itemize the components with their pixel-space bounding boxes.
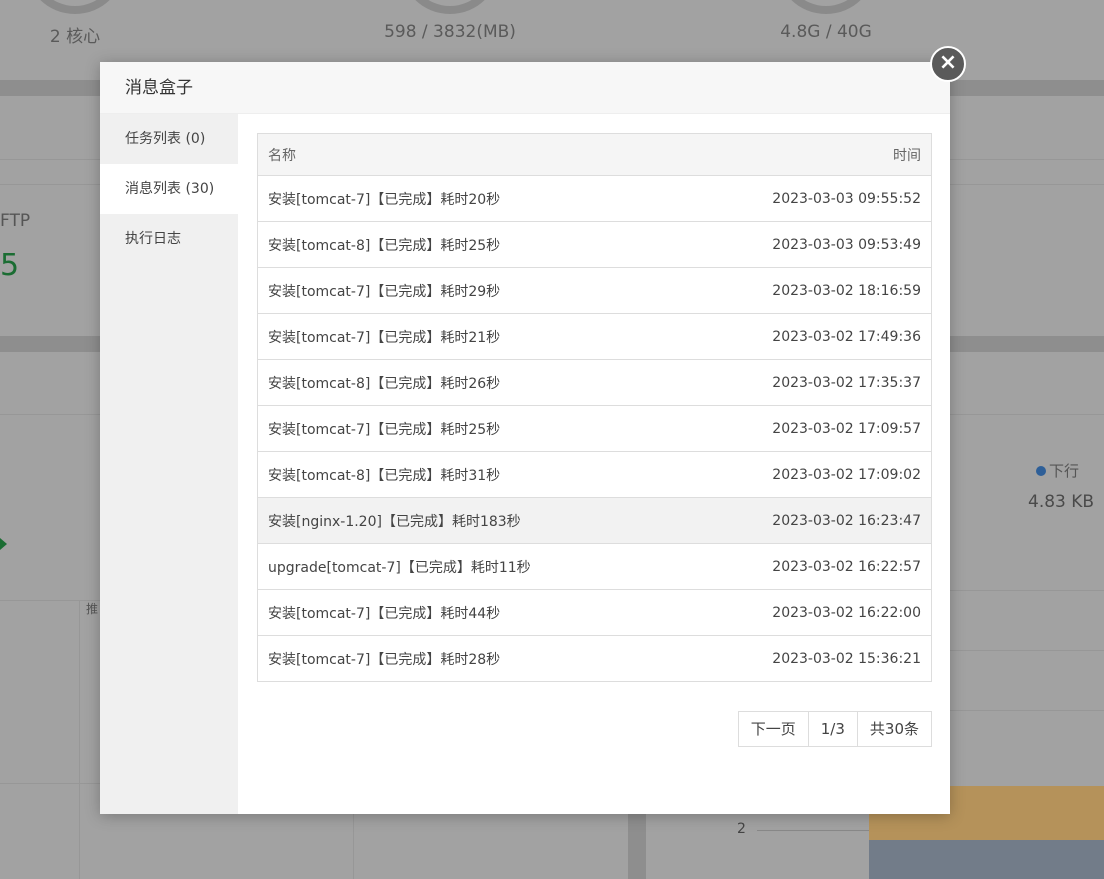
disk-stat: 4.8G / 40G xyxy=(780,22,872,42)
message-time-cell: 2023-03-02 16:22:57 xyxy=(679,543,932,590)
table-row[interactable]: 安装[tomcat-7]【已完成】耗时28秒 2023-03-02 15:36:2… xyxy=(257,635,932,682)
message-time-cell: 2023-03-02 17:35:37 xyxy=(679,359,932,406)
background-label: 推 xyxy=(86,602,99,616)
legend-dot-icon xyxy=(1036,466,1046,476)
close-icon[interactable]: × xyxy=(930,46,966,82)
next-page-button[interactable]: 下一页 xyxy=(739,712,808,746)
sidebar-item-message-list[interactable]: 消息列表 (30) xyxy=(100,164,238,214)
message-name-cell: 安装[nginx-1.20]【已完成】耗时183秒 xyxy=(257,497,680,544)
download-area xyxy=(869,840,1104,879)
dialog-header: 消息盒子 xyxy=(100,62,950,114)
dialog-content: 名称 时间 安装[tomcat-7]【已完成】耗时20秒 2023-03-03 0… xyxy=(238,114,950,814)
page-indicator: 1/3 xyxy=(807,712,857,746)
grid-line xyxy=(353,814,354,879)
message-name-cell: 安装[tomcat-7]【已完成】耗时28秒 xyxy=(257,635,680,682)
table-row[interactable]: 安装[nginx-1.20]【已完成】耗时183秒 2023-03-02 16:2… xyxy=(257,497,932,544)
download-value: 4.83 KB xyxy=(1028,492,1095,512)
grid-line xyxy=(950,590,1104,591)
ftp-label: FTP xyxy=(0,211,31,231)
arrow-icon xyxy=(0,538,7,550)
message-name-cell: 安装[tomcat-7]【已完成】耗时44秒 xyxy=(257,589,680,636)
message-time-cell: 2023-03-02 16:23:47 xyxy=(679,497,932,544)
message-time-cell: 2023-03-02 17:09:02 xyxy=(679,451,932,498)
legend-label: 下行 xyxy=(1049,462,1080,480)
table-row[interactable]: 安装[tomcat-8]【已完成】耗时26秒 2023-03-02 17:35:3… xyxy=(257,359,932,406)
message-table: 名称 时间 安装[tomcat-7]【已完成】耗时20秒 2023-03-03 0… xyxy=(257,133,932,682)
message-name-cell: 安装[tomcat-7]【已完成】耗时29秒 xyxy=(257,267,680,314)
table-row[interactable]: 安装[tomcat-7]【已完成】耗时25秒 2023-03-02 17:09:5… xyxy=(257,405,932,452)
message-time-cell: 2023-03-02 17:49:36 xyxy=(679,313,932,360)
table-row[interactable]: 安装[tomcat-7]【已完成】耗时21秒 2023-03-02 17:49:3… xyxy=(257,313,932,360)
ftp-count: 5 xyxy=(0,248,20,283)
message-time-cell: 2023-03-02 17:09:57 xyxy=(679,405,932,452)
memory-gauge xyxy=(400,0,500,14)
grid-line xyxy=(950,710,1104,711)
sidebar-item-task-list[interactable]: 任务列表 (0) xyxy=(100,114,238,164)
message-name-cell: 安装[tomcat-8]【已完成】耗时25秒 xyxy=(257,221,680,268)
table-row[interactable]: 安装[tomcat-7]【已完成】耗时20秒 2023-03-03 09:55:5… xyxy=(257,175,932,222)
column-header-time: 时间 xyxy=(679,133,932,176)
legend-download: 下行 xyxy=(1036,460,1079,481)
y-axis-tick: 2 xyxy=(737,821,746,837)
cpu-stat: 2 核心 xyxy=(49,27,101,47)
grid-line xyxy=(0,783,100,784)
message-time-cell: 2023-03-02 15:36:21 xyxy=(679,635,932,682)
message-name-cell: 安装[tomcat-7]【已完成】耗时25秒 xyxy=(257,405,680,452)
total-count: 共30条 xyxy=(856,712,931,746)
message-name-cell: 安装[tomcat-7]【已完成】耗时21秒 xyxy=(257,313,680,360)
message-name-cell: 安装[tomcat-8]【已完成】耗时26秒 xyxy=(257,359,680,406)
table-row[interactable]: 安装[tomcat-8]【已完成】耗时25秒 2023-03-03 09:53:4… xyxy=(257,221,932,268)
message-time-cell: 2023-03-02 16:22:00 xyxy=(679,589,932,636)
message-name-cell: upgrade[tomcat-7]【已完成】耗时11秒 xyxy=(257,543,680,590)
message-time-cell: 2023-03-02 18:16:59 xyxy=(679,267,932,314)
table-row[interactable]: 安装[tomcat-7]【已完成】耗时44秒 2023-03-02 16:22:0… xyxy=(257,589,932,636)
message-name-cell: 安装[tomcat-7]【已完成】耗时20秒 xyxy=(257,175,680,222)
table-row[interactable]: 安装[tomcat-8]【已完成】耗时31秒 2023-03-02 17:09:0… xyxy=(257,451,932,498)
grid-line xyxy=(79,600,80,879)
section-divider xyxy=(628,814,646,879)
column-header-name: 名称 xyxy=(257,133,680,176)
axis-line xyxy=(757,830,869,831)
grid-line xyxy=(950,650,1104,651)
memory-stat: 598 / 3832(MB) xyxy=(384,22,516,42)
message-time-cell: 2023-03-03 09:55:52 xyxy=(679,175,932,222)
disk-gauge xyxy=(776,0,876,14)
message-name-cell: 安装[tomcat-8]【已完成】耗时31秒 xyxy=(257,451,680,498)
message-time-cell: 2023-03-03 09:53:49 xyxy=(679,221,932,268)
cpu-gauge xyxy=(25,0,125,14)
message-box-dialog: 消息盒子 任务列表 (0) 消息列表 (30) 执行日志 名称 时间 安装[to… xyxy=(100,62,950,814)
table-header-row: 名称 时间 xyxy=(257,133,932,176)
divider xyxy=(0,600,100,601)
dialog-sidebar: 任务列表 (0) 消息列表 (30) 执行日志 xyxy=(100,114,238,814)
pagination: 下一页 1/3 共30条 xyxy=(737,711,932,747)
sidebar-item-execution-log[interactable]: 执行日志 xyxy=(100,214,238,264)
dialog-title: 消息盒子 xyxy=(125,78,193,98)
table-row[interactable]: 安装[tomcat-7]【已完成】耗时29秒 2023-03-02 18:16:5… xyxy=(257,267,932,314)
table-row[interactable]: upgrade[tomcat-7]【已完成】耗时11秒 2023-03-02 16… xyxy=(257,543,932,590)
